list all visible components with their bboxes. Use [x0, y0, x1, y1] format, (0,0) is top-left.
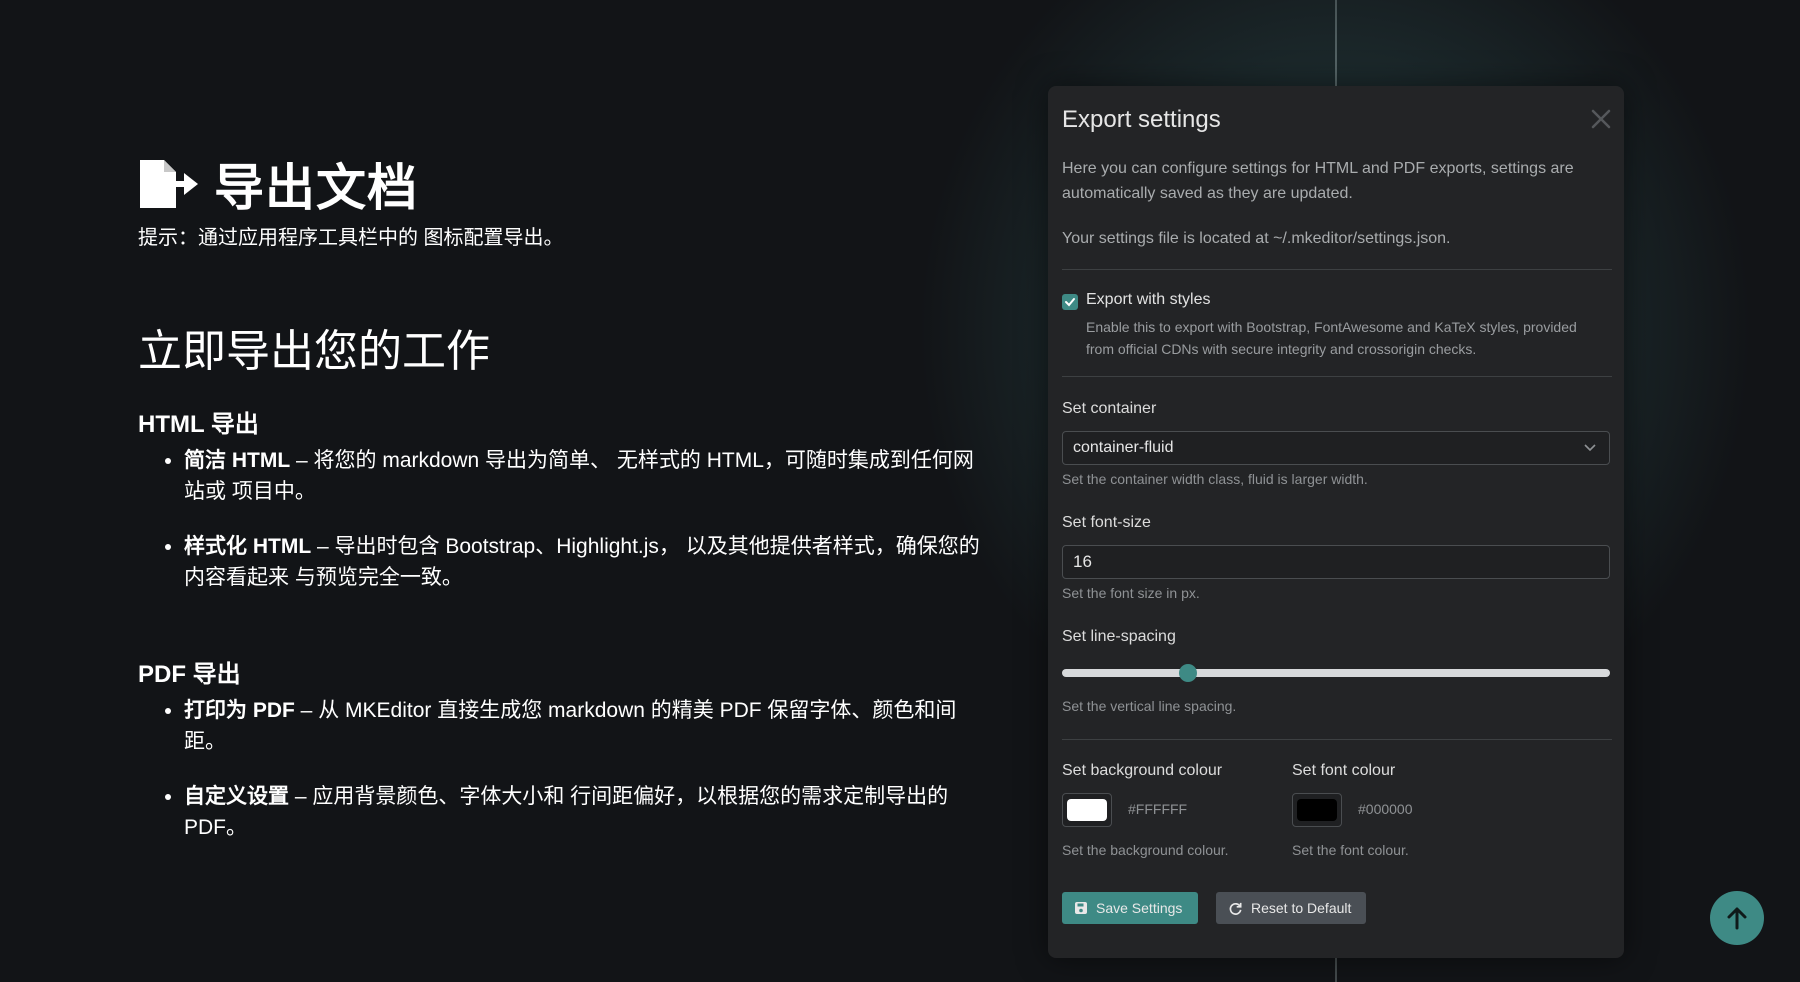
- font-size-input[interactable]: 16: [1062, 545, 1610, 579]
- section-title: 立即导出您的工作: [138, 327, 490, 376]
- export-settings-modal: Export settings Here you can configure s…: [1048, 86, 1624, 958]
- list-item: 自定义设置 – 应用背景颜色、字体大小和 行间距偏好，以根据您的需求定制导出的 …: [184, 781, 984, 843]
- file-export-icon: [140, 160, 198, 208]
- modal-title: Export settings: [1062, 106, 1221, 133]
- divider: [1062, 739, 1612, 740]
- font-size-value: 16: [1073, 552, 1092, 571]
- background-colour-label: Set background colour: [1062, 762, 1223, 779]
- list-item: 打印为 PDF – 从 MKEditor 直接生成您 markdown 的精美 …: [184, 695, 984, 757]
- background-colour-swatch: [1067, 799, 1107, 821]
- export-with-styles-help: Enable this to export with Bootstrap, Fo…: [1086, 319, 1577, 357]
- close-icon[interactable]: [1590, 108, 1612, 130]
- container-select-value: container-fluid: [1073, 439, 1174, 456]
- font-size-help: Set the font size in px.: [1062, 585, 1200, 601]
- font-colour-swatch: [1297, 799, 1337, 821]
- container-label: Set container: [1062, 400, 1157, 417]
- font-size-label: Set font-size: [1062, 514, 1151, 531]
- scroll-to-top-button[interactable]: [1710, 891, 1764, 945]
- save-settings-button[interactable]: Save Settings: [1062, 892, 1198, 924]
- floppy-disk-icon: [1075, 902, 1087, 914]
- chevron-down-icon: [1584, 444, 1596, 452]
- page-title-row: 导出文档: [138, 148, 418, 220]
- font-colour-hex: #000000: [1358, 801, 1413, 817]
- refresh-icon: [1229, 902, 1242, 915]
- slider-thumb[interactable]: [1179, 664, 1198, 682]
- background-colour-hex: #FFFFFF: [1128, 801, 1188, 817]
- font-colour-picker[interactable]: [1292, 793, 1342, 827]
- export-with-styles-checkbox[interactable]: [1062, 294, 1078, 310]
- modal-description: Here you can configure settings for HTML…: [1062, 160, 1574, 202]
- settings-path-note: Your settings file is located at ~/.mked…: [1062, 230, 1451, 247]
- export-with-styles-label: Export with styles: [1086, 291, 1211, 308]
- font-colour-help: Set the font colour.: [1292, 842, 1409, 858]
- background-colour-picker[interactable]: [1062, 793, 1112, 827]
- container-help: Set the container width class, fluid is …: [1062, 471, 1368, 487]
- pdf-export-heading: PDF 导出: [138, 661, 241, 688]
- font-colour-label: Set font colour: [1292, 762, 1396, 779]
- reset-to-default-button[interactable]: Reset to Default: [1216, 892, 1366, 924]
- line-spacing-help: Set the vertical line spacing.: [1062, 698, 1237, 714]
- line-spacing-label: Set line-spacing: [1062, 628, 1176, 645]
- list-item: 简洁 HTML – 将您的 markdown 导出为简单、 无样式的 HTML，…: [184, 445, 984, 507]
- export-hint: 提示：通过应用程序工具栏中的 图标配置导出。: [138, 227, 564, 249]
- page-title: 导出文档: [214, 160, 418, 216]
- html-export-heading: HTML 导出: [138, 411, 259, 438]
- container-select[interactable]: container-fluid: [1062, 431, 1610, 465]
- save-settings-label: Save Settings: [1096, 900, 1183, 916]
- line-spacing-slider[interactable]: [1062, 664, 1610, 682]
- background-colour-help: Set the background colour.: [1062, 842, 1229, 858]
- arrow-up-icon: [1727, 907, 1747, 930]
- check-icon: [1065, 298, 1075, 307]
- html-export-list: 简洁 HTML – 将您的 markdown 导出为简单、 无样式的 HTML，…: [158, 445, 984, 617]
- divider: [1062, 269, 1612, 270]
- pdf-export-list: 打印为 PDF – 从 MKEditor 直接生成您 markdown 的精美 …: [158, 695, 984, 867]
- divider: [1062, 376, 1612, 377]
- list-item: 样式化 HTML – 导出时包含 Bootstrap、Highlight.js，…: [184, 531, 984, 593]
- reset-to-default-label: Reset to Default: [1251, 900, 1352, 916]
